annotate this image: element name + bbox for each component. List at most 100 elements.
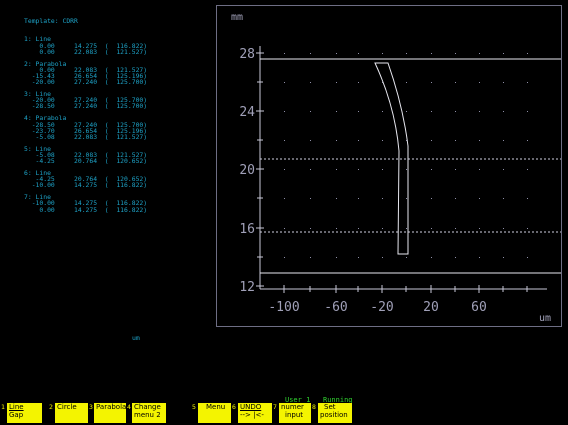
profile-graph-svg: 28 24 20 16 12 -100 -60 -20 20 60 bbox=[239, 46, 561, 315]
grid-dot bbox=[455, 257, 456, 258]
grid-dot bbox=[455, 198, 456, 199]
grid-dot bbox=[406, 82, 407, 83]
y-tick-label: 12 bbox=[239, 280, 255, 295]
fkey-undo-arrow-label: --> |<- bbox=[240, 410, 264, 419]
grid-dot bbox=[431, 257, 432, 258]
function-key-bar: 1 Line Gap 2 Circle 3 Parabola 4 Change … bbox=[0, 403, 568, 425]
grid-dot bbox=[503, 53, 504, 54]
segments-container: 1: Line 0.00 14.275 ( 116.822) 0.00 22.0… bbox=[24, 36, 148, 214]
grid-dot bbox=[310, 140, 311, 141]
fkey-set-position[interactable]: Set position bbox=[318, 403, 352, 423]
grid-dot bbox=[527, 257, 528, 258]
grid-dot bbox=[336, 82, 337, 83]
segment-row: 0.00 14.275 ( 116.822) bbox=[24, 205, 148, 214]
fkey-circle-label: Circle bbox=[57, 403, 77, 411]
segment-row: -5.08 22.083 ( 121.527) bbox=[24, 132, 148, 141]
grid-dot bbox=[382, 111, 383, 112]
grid-dot bbox=[527, 82, 528, 83]
grid-dot bbox=[336, 169, 337, 170]
grid-dot bbox=[431, 169, 432, 170]
fkey-menu2-label: menu 2 bbox=[134, 410, 161, 419]
template-profile-outline bbox=[374, 62, 409, 255]
grid-dot bbox=[503, 257, 504, 258]
profile-graph: 28 24 20 16 12 -100 -60 -20 20 60 mm um bbox=[216, 5, 562, 327]
grid-dot bbox=[358, 228, 359, 229]
grid-dot bbox=[382, 140, 383, 141]
fkey-input-label: input bbox=[285, 410, 304, 419]
template-title: Template: CDRR bbox=[24, 17, 78, 26]
grid-dot bbox=[479, 140, 480, 141]
grid-dot bbox=[336, 198, 337, 199]
x-tick-label: -60 bbox=[324, 300, 347, 315]
segment-row: -28.50 27.240 ( 125.700) bbox=[24, 102, 148, 111]
x-tick-label: 20 bbox=[423, 300, 439, 315]
fkey-4-number: 4 bbox=[127, 403, 131, 411]
fkey-line-gap[interactable]: Line Gap bbox=[7, 403, 42, 423]
grid-dot bbox=[455, 140, 456, 141]
grid-dot bbox=[479, 228, 480, 229]
grid-dot bbox=[382, 228, 383, 229]
fkey-5-number: 5 bbox=[192, 403, 196, 411]
grid-dot bbox=[310, 53, 311, 54]
grid-dot bbox=[431, 82, 432, 83]
grid-dot bbox=[310, 111, 311, 112]
grid-dot bbox=[455, 111, 456, 112]
fkey-parabola-label: Parabola bbox=[96, 403, 126, 411]
mid-unit-label: um bbox=[132, 334, 140, 342]
y-tick-label: 20 bbox=[239, 163, 255, 178]
grid-dot bbox=[479, 111, 480, 112]
fkey-7-number: 7 bbox=[273, 403, 277, 411]
grid-dot bbox=[336, 140, 337, 141]
grid-dot bbox=[382, 198, 383, 199]
fkey-numer-input[interactable]: numer input bbox=[279, 403, 311, 423]
grid-dot bbox=[455, 53, 456, 54]
grid-dot bbox=[479, 82, 480, 83]
grid-dot bbox=[310, 82, 311, 83]
grid-dot bbox=[431, 53, 432, 54]
fkey-6-number: 6 bbox=[232, 403, 236, 411]
grid-dot bbox=[284, 228, 285, 229]
grid-dot bbox=[431, 228, 432, 229]
fkey-undo[interactable]: UNDO --> |<- bbox=[238, 403, 272, 423]
grid-dot bbox=[479, 198, 480, 199]
grid-dot bbox=[382, 169, 383, 170]
fkey-change-menu[interactable]: Change menu 2 bbox=[132, 403, 166, 423]
grid-dot bbox=[503, 82, 504, 83]
grid-dot bbox=[479, 169, 480, 170]
grid-dot bbox=[284, 169, 285, 170]
grid-dot bbox=[310, 228, 311, 229]
grid-dot bbox=[358, 257, 359, 258]
x-tick-label: 60 bbox=[471, 300, 487, 315]
grid-dot bbox=[358, 111, 359, 112]
grid-dot bbox=[431, 198, 432, 199]
y-tick-label: 16 bbox=[239, 222, 255, 237]
grid-dot bbox=[431, 111, 432, 112]
fkey-menu[interactable]: Menu bbox=[198, 403, 231, 423]
grid-dot bbox=[336, 257, 337, 258]
grid-dot bbox=[406, 257, 407, 258]
grid-dot bbox=[310, 169, 311, 170]
grid-dot bbox=[358, 198, 359, 199]
y-tick-label: 28 bbox=[239, 47, 255, 62]
x-tick-label: -100 bbox=[268, 300, 299, 315]
grid-dot bbox=[503, 169, 504, 170]
grid-dot bbox=[358, 169, 359, 170]
grid-dot bbox=[284, 111, 285, 112]
fkey-8-number: 8 bbox=[312, 403, 316, 411]
grid-dot bbox=[382, 257, 383, 258]
grid-dot bbox=[284, 257, 285, 258]
grid-dot bbox=[527, 169, 528, 170]
fkey-circle[interactable]: Circle bbox=[55, 403, 88, 423]
grid-dot bbox=[431, 140, 432, 141]
grid-dot bbox=[358, 82, 359, 83]
grid-dot bbox=[406, 169, 407, 170]
template-segment-list: Template: CDRR 1: Line 0.00 14.275 ( 116… bbox=[24, 6, 147, 219]
grid-dot bbox=[503, 140, 504, 141]
grid-dot bbox=[406, 53, 407, 54]
grid-dot bbox=[406, 111, 407, 112]
fkey-parabola[interactable]: Parabola bbox=[94, 403, 126, 423]
segment-row: 0.00 22.083 ( 121.527) bbox=[24, 47, 148, 56]
grid-dot bbox=[358, 140, 359, 141]
segment-row: -20.00 27.240 ( 125.700) bbox=[24, 78, 148, 87]
grid-dot bbox=[336, 228, 337, 229]
